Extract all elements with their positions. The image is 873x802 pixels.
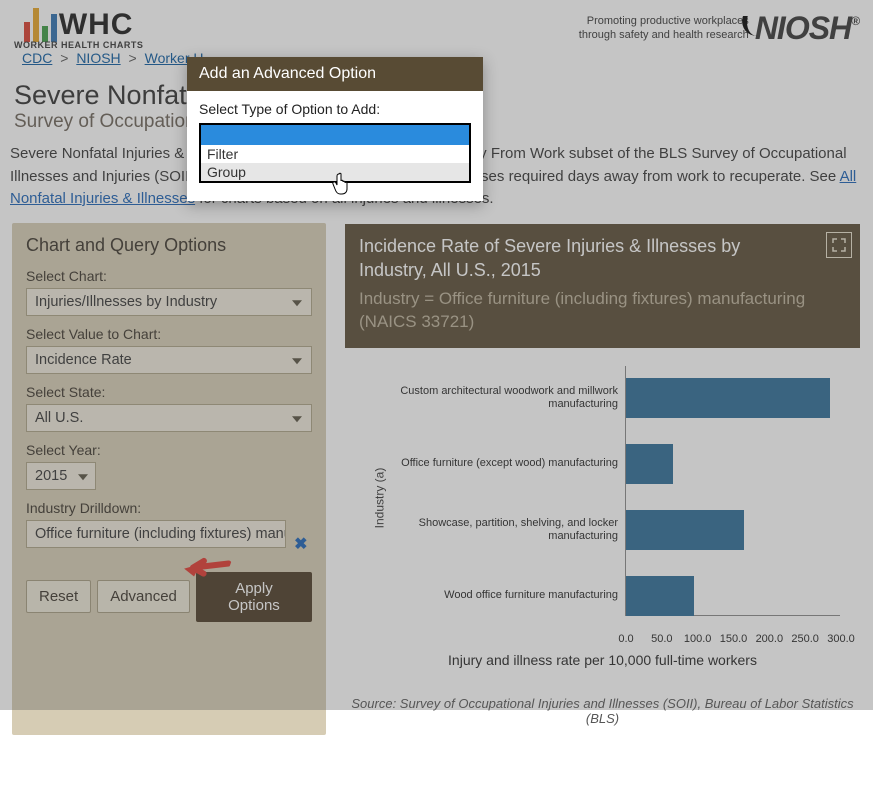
select-chart-label: Select Chart: [26,268,312,284]
chart-title: Incidence Rate of Severe Injuries & Illn… [359,234,812,283]
bar-category-label: Wood office furniture manufacturing [378,589,626,602]
advanced-button[interactable]: Advanced [97,580,190,613]
chart-source-note: Source: Survey of Occupational Injuries … [345,696,860,734]
bar[interactable] [626,378,830,418]
logo-text: WHC [59,8,134,42]
bar-row: Custom architectural woodwork and millwo… [626,370,830,426]
niosh-logo-icon: NIOSH® [755,10,859,47]
select-option-blank[interactable] [201,125,469,145]
modal-title: Add an Advanced Option [187,57,483,91]
x-tick-label: 0.0 [618,633,633,645]
x-tick-label: 200.0 [756,633,784,645]
x-tick-label: 300.0 [827,633,855,645]
page-header: WHC WORKER HEALTH CHARTS Promoting produ… [0,0,873,50]
bar-row: Office furniture (except wood) manufactu… [626,436,673,492]
select-state-dropdown[interactable]: All U.S. [26,404,312,432]
niosh-tagline-2: through safety and health research [579,29,749,42]
drilldown-field[interactable]: Office furniture (including fixtures) ma… [26,520,286,548]
bar-category-label: Showcase, partition, shelving, and locke… [378,517,626,543]
breadcrumb-niosh[interactable]: NIOSH [76,50,120,66]
reset-button[interactable]: Reset [26,580,91,613]
bar[interactable] [626,444,673,484]
select-year-dropdown[interactable]: 2015 [26,462,96,490]
x-tick-label: 250.0 [791,633,819,645]
niosh-brand: Promoting productive workplaces through … [579,10,859,47]
bar-category-label: Office furniture (except wood) manufactu… [378,457,626,470]
expand-chart-button[interactable] [826,232,852,258]
select-value-label: Select Value to Chart: [26,326,312,342]
breadcrumb-cdc[interactable]: CDC [22,50,52,66]
expand-icon [832,238,846,252]
chart-plot-area: Industry (a) Custom architectural woodwo… [345,348,860,648]
select-option-filter[interactable]: Filter [201,145,469,163]
select-year-label: Select Year: [26,442,312,458]
bar-row: Wood office furniture manufacturing [626,568,694,624]
x-tick-label: 50.0 [651,633,672,645]
bar-row: Showcase, partition, shelving, and locke… [626,502,744,558]
select-value-dropdown[interactable]: Incidence Rate [26,346,312,374]
x-tick-label: 150.0 [720,633,748,645]
x-axis-label: Injury and illness rate per 10,000 full-… [345,652,860,668]
logo-subtext: WORKER HEALTH CHARTS [14,40,143,50]
modal-select-label: Select Type of Option to Add: [199,101,471,117]
x-tick-label: 100.0 [684,633,712,645]
drilldown-label: Industry Drilldown: [26,500,312,516]
chart-card: Incidence Rate of Severe Injuries & Illn… [344,223,861,735]
select-chart-dropdown[interactable]: Injuries/Illnesses by Industry [26,288,312,316]
chart-query-panel: Chart and Query Options Select Chart: In… [12,223,326,735]
chart-header: Incidence Rate of Severe Injuries & Illn… [345,224,860,348]
chart-subtitle: Industry = Office furniture (including f… [359,288,812,334]
select-state-label: Select State: [26,384,312,400]
advanced-option-modal: Add an Advanced Option Select Type of Op… [187,57,483,201]
clear-drilldown-icon[interactable]: ✖ [294,536,307,553]
bar-category-label: Custom architectural woodwork and millwo… [378,385,626,411]
panel-heading: Chart and Query Options [26,235,312,256]
option-type-select[interactable]: Filter Group [199,123,471,183]
bar[interactable] [626,576,694,616]
bar[interactable] [626,510,744,550]
niosh-tagline-1: Promoting productive workplaces [579,15,749,28]
select-option-group[interactable]: Group [201,163,469,181]
whc-logo[interactable]: WHC WORKER HEALTH CHARTS [14,4,143,50]
